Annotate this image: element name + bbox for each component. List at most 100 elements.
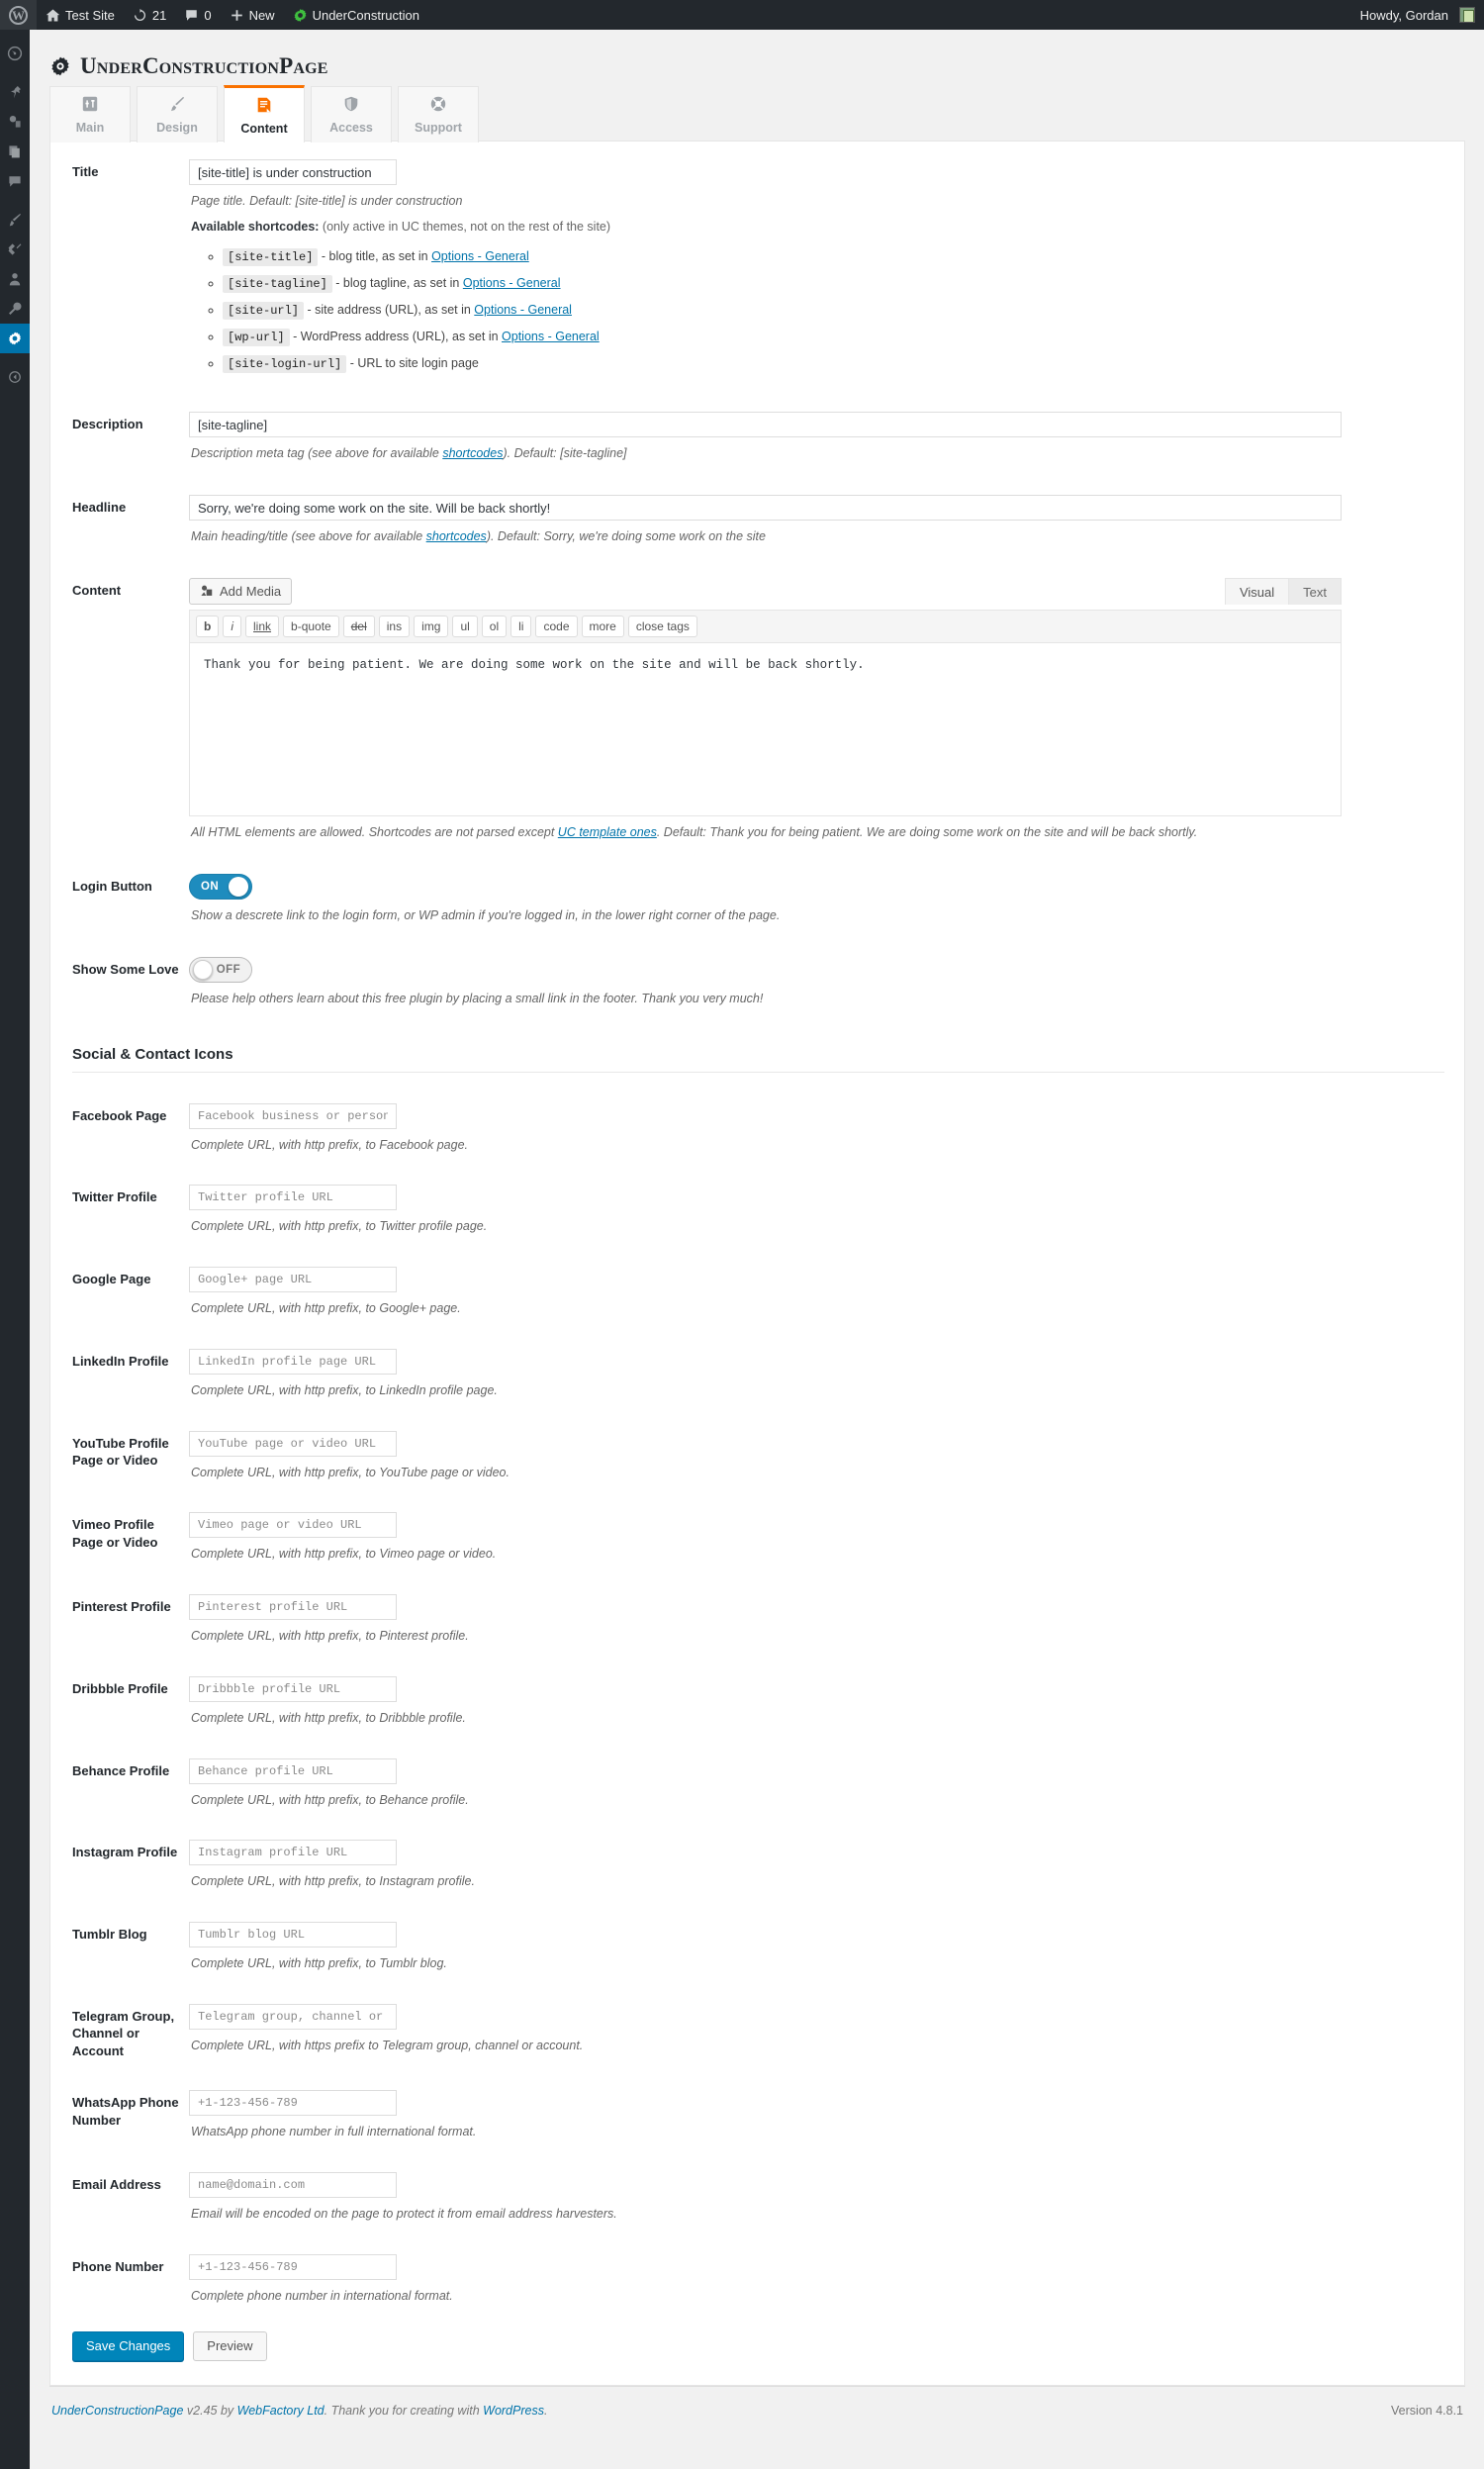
social-field-input[interactable]	[189, 1675, 397, 1702]
howdy-label: Howdy, Gordan	[1359, 7, 1448, 23]
plus-icon	[231, 9, 242, 21]
social-field-input[interactable]	[189, 1757, 397, 1784]
wordpress-link[interactable]: WordPress	[483, 2404, 544, 2418]
social-field-input[interactable]	[189, 2253, 397, 2280]
sidebar-item-tools[interactable]	[0, 294, 30, 324]
sidebar-item-pages[interactable]	[0, 137, 30, 166]
shortcode-text: - WordPress address (URL), as set in	[289, 330, 503, 344]
shortcode-code: [site-tagline]	[223, 274, 332, 293]
social-field-input[interactable]	[189, 1594, 397, 1621]
options-general-link[interactable]: Options - General	[463, 276, 561, 290]
footer-thanks-a: . Thank you for creating with	[324, 2403, 484, 2418]
sidebar-item-users[interactable]	[0, 264, 30, 294]
tab-visual[interactable]: Visual	[1224, 577, 1290, 605]
tab-support[interactable]: Support	[398, 86, 479, 142]
social-field-input[interactable]	[189, 2172, 397, 2199]
social-field-input[interactable]	[189, 1102, 397, 1129]
sidebar-item-dashboard[interactable]	[0, 39, 30, 68]
quicktag-li[interactable]: li	[510, 615, 532, 638]
add-media-button[interactable]: Add Media	[189, 577, 293, 605]
shortcodes-link[interactable]: shortcodes	[426, 529, 487, 543]
options-general-link[interactable]: Options - General	[474, 303, 572, 317]
sidebar-item-posts[interactable]	[0, 77, 30, 107]
sidebar-item-settings[interactable]	[0, 324, 36, 353]
social-field-desc: Complete URL, with http prefix, to Behan…	[191, 1792, 469, 1807]
new-content-menu[interactable]: New	[221, 0, 284, 30]
social-field-input[interactable]	[189, 1840, 397, 1866]
tab-support-label: Support	[415, 121, 462, 135]
social-field-desc: Complete URL, with http prefix, to YouTu…	[191, 1465, 510, 1479]
field-row-social: LinkedIn Profile Complete URL, with http …	[50, 1331, 1464, 1400]
quicktag-close-tags[interactable]: close tags	[627, 615, 697, 638]
quicktag-b[interactable]: b	[196, 615, 220, 638]
media-icon	[9, 116, 21, 128]
preview-button[interactable]: Preview	[193, 2330, 267, 2361]
social-field-input[interactable]	[189, 1348, 397, 1375]
field-row-social: Instagram Profile Complete URL, with http…	[50, 1822, 1464, 1891]
sidebar-item-media[interactable]	[0, 107, 30, 137]
editor: Add Media Visual Text b i link b-quote d…	[189, 577, 1342, 817]
quicktag-img[interactable]: img	[414, 615, 449, 638]
my-account-menu[interactable]: Howdy, Gordan	[1351, 0, 1484, 30]
document-icon	[257, 97, 271, 112]
tab-main[interactable]: Main	[49, 86, 131, 142]
social-field-desc: Complete URL, with https prefix to Teleg…	[191, 2038, 584, 2052]
uc-template-ones-link[interactable]: UC template ones	[558, 825, 657, 839]
wp-logo-menu[interactable]: W	[0, 0, 37, 30]
quicktag-i[interactable]: i	[223, 615, 242, 638]
shortcode-code: [site-url]	[223, 301, 305, 320]
description-desc-b: ). Default: [site-tagline]	[503, 446, 627, 461]
underconstruction-menu[interactable]: UnderConstruction	[284, 0, 428, 30]
sidebar-item-comments[interactable]	[0, 166, 30, 196]
updates-menu[interactable]: 21	[124, 0, 175, 30]
quicktag-link[interactable]: link	[245, 615, 280, 638]
list-item: [site-login-url] - URL to site login pag…	[223, 353, 1444, 374]
sidebar-item-plugins[interactable]	[0, 235, 30, 264]
quicktag-more[interactable]: more	[581, 615, 624, 638]
description-input[interactable]	[189, 412, 1342, 438]
options-general-link[interactable]: Options - General	[431, 249, 529, 263]
quicktag-ol[interactable]: ol	[481, 615, 508, 638]
social-field-input[interactable]	[189, 1185, 397, 1211]
editor-mode-tabs: Visual Text	[1224, 577, 1342, 605]
sidebar-item-collapse-menu[interactable]	[0, 362, 30, 392]
tab-design[interactable]: Design	[137, 86, 218, 142]
social-field-input[interactable]	[189, 2090, 397, 2117]
show-some-love-toggle[interactable]: OFF	[189, 956, 252, 983]
vendor-link[interactable]: WebFactory Ltd	[237, 2404, 325, 2418]
shortcodes-link[interactable]: shortcodes	[442, 446, 503, 460]
tab-text[interactable]: Text	[1288, 577, 1342, 605]
plugin-link[interactable]: UnderConstructionPage	[51, 2404, 183, 2418]
comments-menu[interactable]: 0	[175, 0, 220, 30]
save-changes-button[interactable]: Save Changes	[72, 2330, 185, 2361]
social-field-input[interactable]	[189, 1267, 397, 1293]
quicktag-code[interactable]: code	[535, 615, 578, 638]
show-some-love-toggle-state: OFF	[216, 963, 240, 976]
list-item: [site-tagline] - blog tagline, as set in…	[223, 273, 1444, 294]
field-row-show-some-love: Show Some Love OFF Please help others le…	[50, 939, 1464, 1008]
social-field-input[interactable]	[189, 2003, 397, 2030]
quicktag-del[interactable]: del	[342, 615, 375, 638]
title-input[interactable]	[189, 159, 397, 185]
admin-bar: W Test Site 21 0 New UnderConstruction H…	[0, 0, 1484, 30]
social-field-desc: Complete URL, with http prefix, to Faceb…	[191, 1137, 469, 1152]
social-field-desc: Complete URL, with http prefix, to Twitt…	[191, 1219, 488, 1234]
site-name-menu[interactable]: Test Site	[37, 0, 124, 30]
headline-input[interactable]	[189, 495, 1342, 522]
login-button-toggle[interactable]: ON	[189, 874, 252, 901]
quicktag-ul[interactable]: ul	[452, 615, 478, 638]
options-general-link[interactable]: Options - General	[502, 330, 600, 343]
admin-footer: UnderConstructionPage v2.45 by WebFactor…	[49, 2385, 1465, 2427]
tab-access[interactable]: Access	[311, 86, 392, 142]
shortcode-text: - blog title, as set in	[318, 248, 432, 263]
social-field-label: Google Page	[72, 1272, 151, 1287]
social-field-input[interactable]	[189, 1922, 397, 1948]
social-field-input[interactable]	[189, 1430, 397, 1457]
tab-content[interactable]: Content	[224, 85, 305, 142]
brush-icon	[9, 214, 21, 227]
quicktag-b-quote[interactable]: b-quote	[283, 615, 339, 638]
social-field-input[interactable]	[189, 1512, 397, 1539]
quicktag-ins[interactable]: ins	[378, 615, 411, 638]
content-textarea[interactable]: Thank you for being patient. We are doin…	[189, 643, 1342, 817]
sidebar-item-appearance[interactable]	[0, 205, 30, 235]
